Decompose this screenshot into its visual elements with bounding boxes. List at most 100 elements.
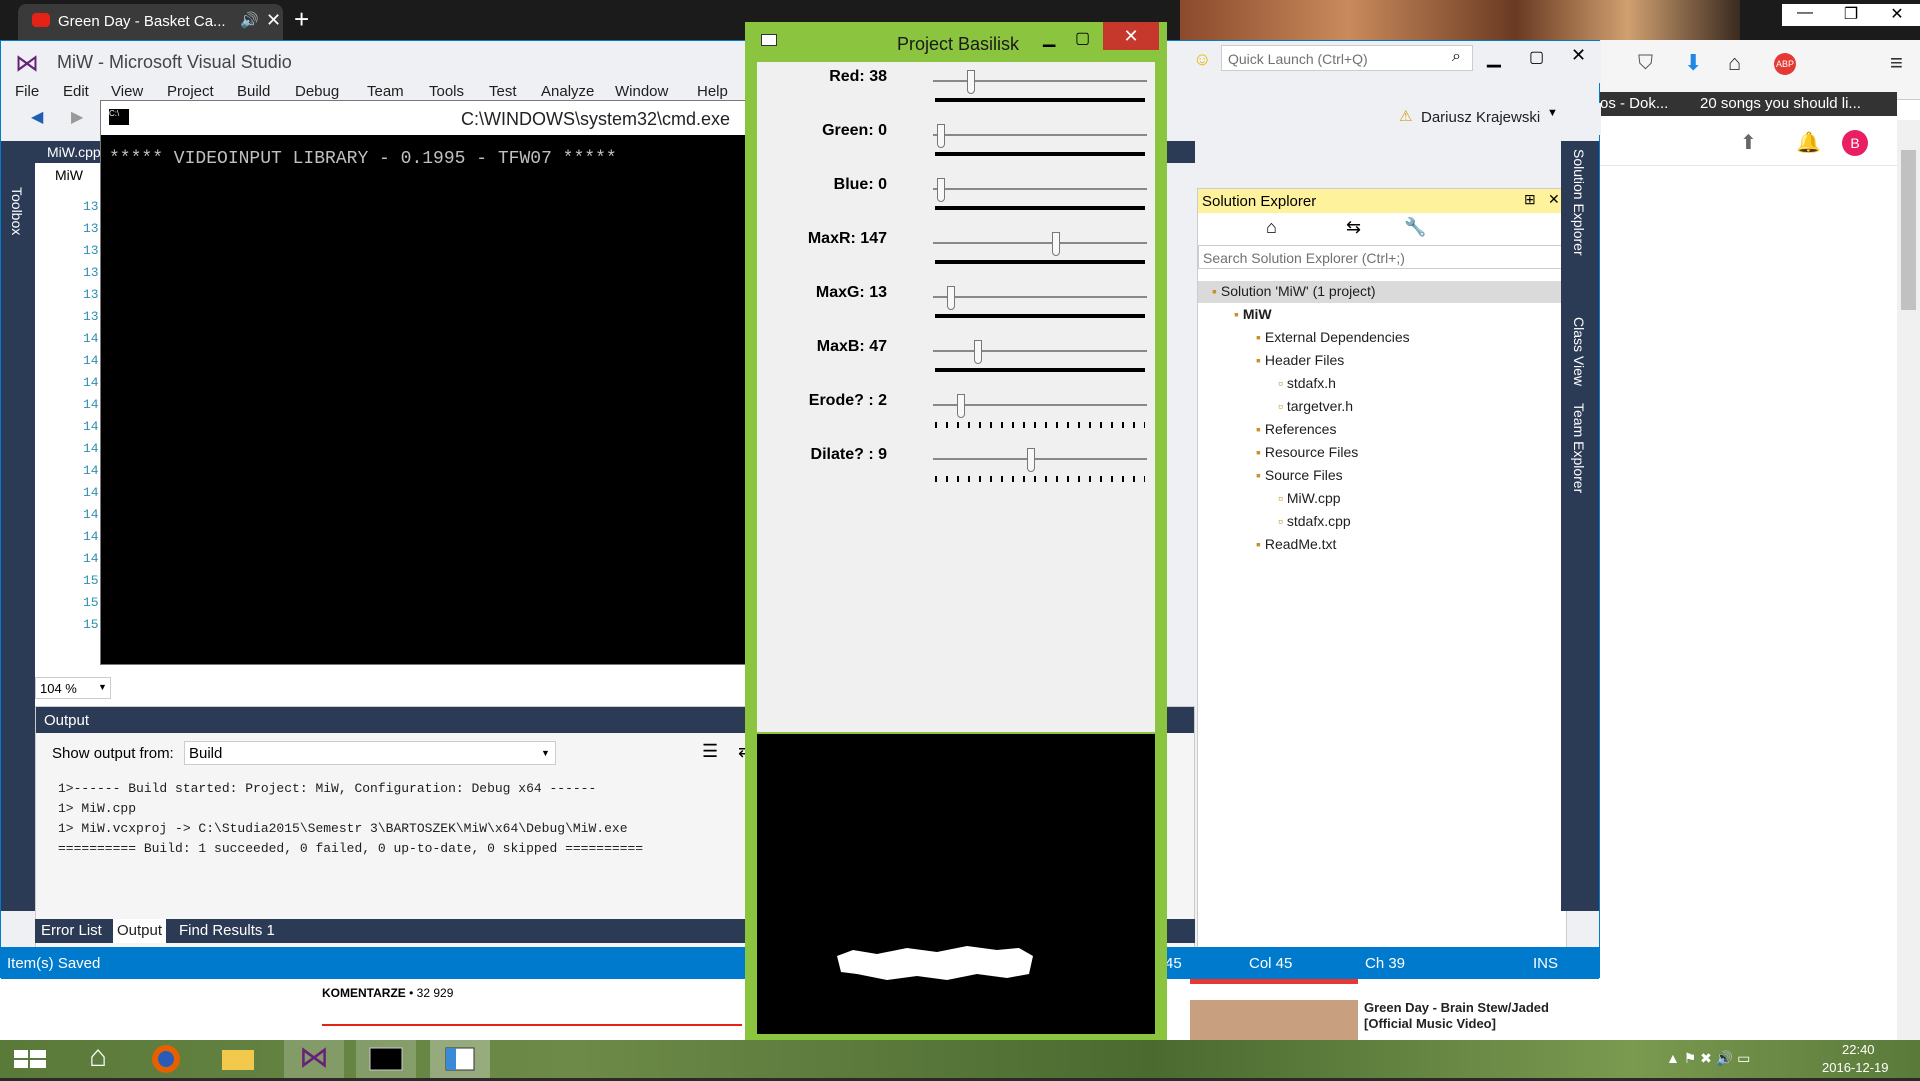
menu-edit[interactable]: Edit: [63, 83, 89, 100]
tree-item[interactable]: ▪ MiW: [1234, 306, 1272, 322]
side-tab-solution-explorer[interactable]: Solution Explorer: [1571, 149, 1587, 256]
trackbar-track[interactable]: [933, 188, 1147, 190]
browser-tab[interactable]: Green Day - Basket Ca... 🔊 ✕: [18, 4, 283, 40]
menu-test[interactable]: Test: [489, 83, 517, 100]
quick-launch-box[interactable]: Quick Launch (Ctrl+Q) ⌕: [1221, 45, 1473, 71]
close-icon[interactable]: ✕: [1548, 191, 1560, 208]
cmd-taskbar-icon[interactable]: [356, 1040, 416, 1078]
adblock-icon[interactable]: ABP: [1774, 53, 1796, 75]
user-name[interactable]: Dariusz Krajewski: [1421, 109, 1540, 126]
menu-analyze[interactable]: Analyze: [541, 83, 594, 100]
output-source-select[interactable]: Build ▼: [184, 741, 556, 765]
chevron-down-icon[interactable]: ▼: [1547, 107, 1558, 119]
start-button[interactable]: [0, 1040, 60, 1078]
tree-item[interactable]: ▪ References: [1256, 421, 1336, 437]
tab-error-list[interactable]: Error List: [41, 922, 102, 939]
upload-icon[interactable]: ⬆: [1740, 130, 1757, 155]
trackbar-track[interactable]: [933, 242, 1147, 244]
trackbar-thumb[interactable]: [1027, 448, 1035, 472]
restore-browser-icon[interactable]: ❐: [1828, 4, 1874, 26]
feedback-icon[interactable]: ☺: [1193, 49, 1211, 70]
close-vs-icon[interactable]: ✕: [1571, 45, 1586, 66]
close-icon[interactable]: ✕: [1103, 22, 1159, 50]
zoom-control[interactable]: 104 % ▼: [35, 677, 111, 699]
clock-date[interactable]: 2016-12-19: [1822, 1060, 1889, 1075]
menu-icon[interactable]: ≡: [1890, 50, 1903, 76]
trackbar-thumb[interactable]: [973, 340, 982, 364]
trackbar-track[interactable]: [933, 404, 1147, 406]
tab-output[interactable]: Output: [113, 919, 167, 943]
file-explorer-icon[interactable]: [208, 1040, 268, 1078]
related-thumbnail[interactable]: [1190, 1000, 1358, 1040]
download-icon[interactable]: ⬇: [1684, 50, 1702, 76]
tree-item[interactable]: ▪ External Dependencies: [1256, 329, 1410, 345]
menu-tools[interactable]: Tools: [429, 83, 464, 100]
trackbar-track[interactable]: [933, 80, 1147, 82]
side-tab-class-view[interactable]: Class View: [1571, 317, 1587, 386]
trackbar-thumb[interactable]: [937, 178, 945, 202]
maximize-icon[interactable]: ▢: [1075, 28, 1090, 48]
minimize-vs-icon[interactable]: ▁: [1487, 47, 1501, 68]
forward-icon[interactable]: ▶: [71, 107, 83, 127]
clock-time[interactable]: 22:40: [1842, 1042, 1875, 1057]
trackbar-thumb[interactable]: [1052, 232, 1061, 256]
menu-project[interactable]: Project: [167, 83, 214, 100]
tree-item[interactable]: ▫ MiW.cpp: [1278, 490, 1341, 506]
tree-item[interactable]: ▫ stdafx.cpp: [1278, 513, 1351, 529]
menu-help[interactable]: Help: [697, 83, 728, 100]
avatar[interactable]: B: [1842, 130, 1868, 156]
trackbar-thumb[interactable]: [957, 394, 965, 418]
pocket-icon[interactable]: ⛉: [1638, 52, 1653, 75]
solex-search-input[interactable]: Search Solution Explorer (Ctrl+;): [1203, 250, 1405, 266]
close-tab-icon[interactable]: ✕: [266, 10, 281, 31]
home-icon[interactable]: ⌂: [68, 1040, 128, 1078]
menu-file[interactable]: File: [15, 83, 39, 100]
speaker-icon[interactable]: 🔊: [240, 11, 259, 29]
editor-tab[interactable]: MiW.cpp: [47, 144, 101, 160]
trackbar-track[interactable]: [933, 458, 1147, 460]
cmd-window[interactable]: C:\ C:\WINDOWS\system32\cmd.exe ***** VI…: [100, 100, 751, 665]
pin-icon[interactable]: ⊞: [1524, 191, 1536, 208]
minimize-browser-icon[interactable]: —: [1782, 4, 1828, 26]
basilisk-taskbar-icon[interactable]: [430, 1040, 490, 1078]
solex-search[interactable]: Search Solution Explorer (Ctrl+;): [1198, 245, 1566, 269]
back-icon[interactable]: ◀: [31, 107, 43, 127]
toolbox-strip[interactable]: Toolbox: [1, 141, 35, 911]
menu-view[interactable]: View: [111, 83, 143, 100]
tree-item[interactable]: ▪ Resource Files: [1256, 444, 1358, 460]
search-icon[interactable]: ⌕: [1452, 48, 1461, 66]
menu-debug[interactable]: Debug: [295, 83, 339, 100]
trackbar-track[interactable]: [933, 350, 1147, 352]
yt-item[interactable]: os - Dok...: [1600, 95, 1668, 112]
notifications-icon[interactable]: 🔔: [1796, 130, 1821, 155]
maximize-vs-icon[interactable]: ▢: [1529, 47, 1544, 67]
related-video-title[interactable]: Green Day - Brain Stew/Jaded [Official M…: [1364, 1000, 1594, 1032]
tree-item[interactable]: ▪ Solution 'MiW' (1 project): [1212, 283, 1376, 299]
tree-item[interactable]: ▫ stdafx.h: [1278, 375, 1336, 391]
scroll-thumb[interactable]: [1901, 150, 1916, 310]
new-tab-icon[interactable]: +: [294, 4, 309, 35]
quick-launch-input[interactable]: Quick Launch (Ctrl+Q): [1228, 51, 1368, 67]
tree-item[interactable]: ▪ Source Files: [1256, 467, 1343, 483]
home-icon[interactable]: ⌂: [1266, 217, 1277, 238]
trackbar-thumb[interactable]: [966, 70, 975, 94]
comment-input-line[interactable]: [322, 1024, 742, 1026]
menu-team[interactable]: Team: [367, 83, 404, 100]
clear-all-icon[interactable]: ☰: [702, 741, 718, 762]
minimize-icon[interactable]: ▁: [1043, 28, 1055, 48]
sync-icon[interactable]: ⇆: [1346, 217, 1361, 238]
tab-find-results[interactable]: Find Results 1: [179, 922, 275, 939]
tree-item[interactable]: ▪ Header Files: [1256, 352, 1344, 368]
home-icon[interactable]: ⌂: [1728, 50, 1741, 76]
menu-window[interactable]: Window: [615, 83, 668, 100]
firefox-icon[interactable]: [136, 1040, 196, 1078]
visual-studio-icon[interactable]: ⋈: [284, 1040, 344, 1078]
tray-icons[interactable]: ▲ ⚑ ✖ 🔊 ▭: [1666, 1050, 1750, 1067]
editor-scope[interactable]: MiW: [55, 167, 83, 183]
page-scrollbar[interactable]: [1897, 120, 1920, 1040]
trackbar-track[interactable]: [933, 134, 1147, 136]
trackbar-track[interactable]: [933, 296, 1147, 298]
trackbar-thumb[interactable]: [947, 286, 956, 310]
menu-build[interactable]: Build: [237, 83, 270, 100]
close-browser-icon[interactable]: ✕: [1874, 4, 1920, 26]
